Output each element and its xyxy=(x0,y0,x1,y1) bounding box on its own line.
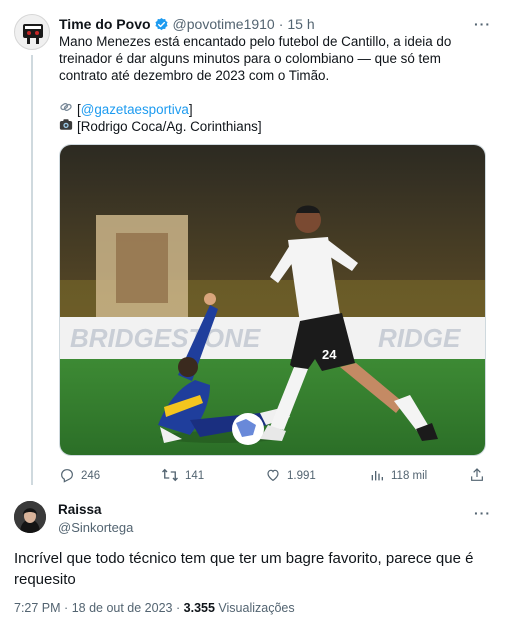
retweet-action[interactable]: 141 xyxy=(161,467,204,485)
reply-date[interactable]: 18 de out de 2023 xyxy=(72,601,173,615)
views-count: 118 mil xyxy=(391,470,428,482)
thread-line xyxy=(31,55,33,485)
author-name[interactable]: Time do Povo xyxy=(59,16,151,32)
meta-dot-2: · xyxy=(175,601,181,615)
match-photo: BRIDGESTONE RIDGE 24 xyxy=(60,145,485,455)
retweet-icon xyxy=(161,467,179,486)
reply-author-name[interactable]: Raissa xyxy=(58,502,102,517)
reply-time[interactable]: 7:27 PM xyxy=(14,601,61,615)
reply-author-handle[interactable]: @Sinkortega xyxy=(58,520,133,535)
tweet-photo[interactable]: BRIDGESTONE RIDGE 24 xyxy=(59,144,486,456)
shirt-number: 24 xyxy=(322,347,337,362)
tweet-time[interactable]: 15 h xyxy=(287,16,314,32)
link-icon xyxy=(59,100,77,119)
analytics-icon xyxy=(369,467,385,486)
share-action[interactable] xyxy=(469,467,485,485)
share-icon xyxy=(469,467,485,486)
reply-meta: 7:27 PM · 18 de out de 2023 · 3.355 Visu… xyxy=(14,601,295,615)
reply-text: Incrível que todo técnico tem que ter um… xyxy=(14,550,474,588)
tweet[interactable]: Time do Povo @povotime1910 · 15 h ··· Ma… xyxy=(0,0,505,495)
reply-action[interactable]: 246 xyxy=(59,467,100,485)
credit-close: ] xyxy=(188,102,193,117)
credit-line-photo: [Rodrigo Coca/Ag. Corinthians] xyxy=(59,118,469,135)
retweet-count: 141 xyxy=(185,470,205,482)
tweet-body: Mano Menezes está encantado pelo futebol… xyxy=(59,33,469,135)
more-options-icon[interactable]: ··· xyxy=(474,16,491,32)
reply-author-avatar[interactable] xyxy=(14,501,46,533)
meta-dot: · xyxy=(64,601,69,615)
header-separator: · xyxy=(278,16,284,32)
author-handle[interactable]: @povotime1910 xyxy=(173,16,275,32)
reply-count: 246 xyxy=(81,470,101,482)
like-action[interactable]: 1.991 xyxy=(265,467,316,485)
author-avatar[interactable] xyxy=(14,14,50,50)
tweet-header: Time do Povo @povotime1910 · 15 h xyxy=(59,14,465,34)
camera-icon xyxy=(59,118,77,136)
tweet-text: Mano Menezes está encantado pelo futebol… xyxy=(59,34,456,83)
reply-icon xyxy=(59,467,75,486)
heart-icon xyxy=(265,467,281,486)
mention-link[interactable]: @gazetaesportiva xyxy=(81,101,189,118)
reply-views-count: 3.355 xyxy=(183,601,215,615)
action-bar: 246 141 1.991 118 mil xyxy=(59,467,486,485)
reply-tweet[interactable]: Raissa @Sinkortega ··· Incrível que todo… xyxy=(0,495,505,636)
credit-line-gazeta: [@gazetaesportiva] xyxy=(59,101,469,118)
ad-board-text-right: RIDGE xyxy=(378,323,461,353)
photo-credit: [Rodrigo Coca/Ag. Corinthians] xyxy=(77,119,262,134)
ad-board-text-left: BRIDGESTONE xyxy=(70,323,261,353)
reply-views-label: Visualizações xyxy=(218,601,295,615)
like-count: 1.991 xyxy=(287,470,316,482)
verified-badge-icon xyxy=(154,17,169,32)
views-action[interactable]: 118 mil xyxy=(369,467,427,485)
reply-more-options-icon[interactable]: ··· xyxy=(474,505,491,521)
